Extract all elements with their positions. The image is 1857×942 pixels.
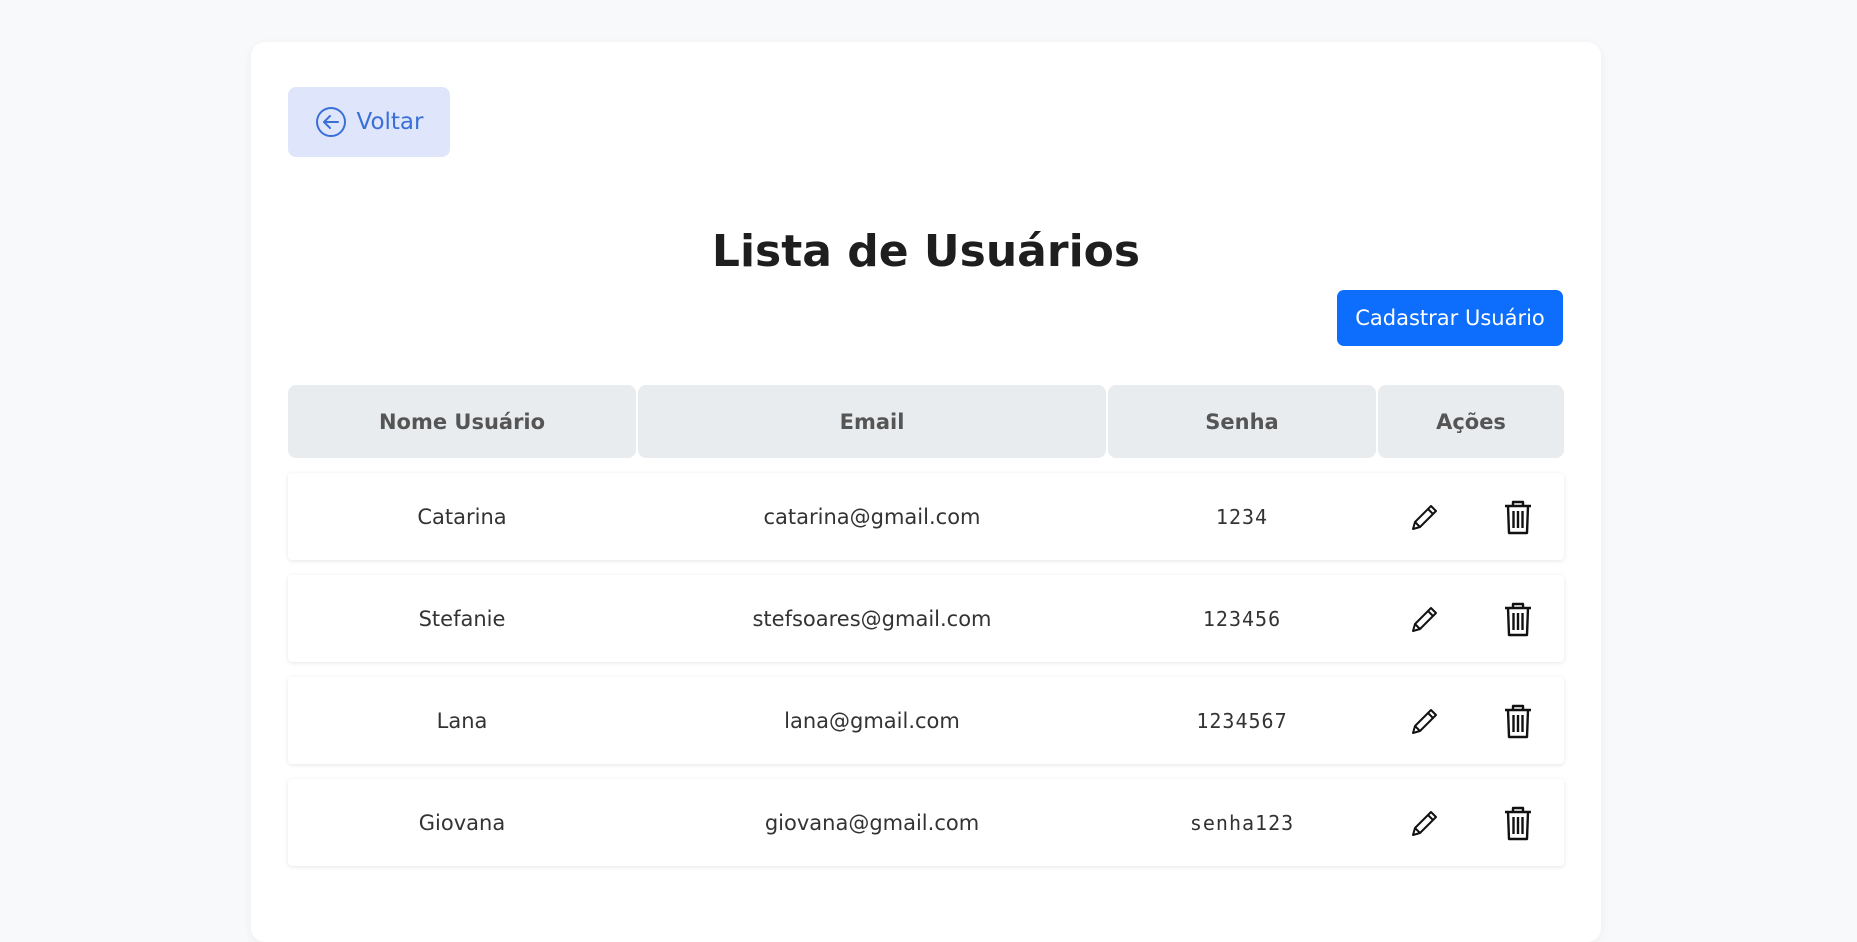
row-actions: [1378, 779, 1564, 866]
table-row: Stefanie stefsoares@gmail.com 123456: [288, 575, 1564, 662]
column-header-name: Nome Usuário: [288, 385, 636, 458]
arrow-left-circle-icon: [315, 106, 347, 138]
page-title: Lista de Usuários: [711, 226, 1141, 277]
edit-pencil-icon[interactable]: [1403, 699, 1447, 743]
user-password-cell: 1234: [1215, 504, 1269, 529]
user-name-cell: Giovana: [418, 810, 506, 835]
delete-trash-icon[interactable]: [1496, 597, 1540, 641]
row-actions: [1378, 473, 1564, 560]
user-password-cell: 123456: [1202, 606, 1282, 631]
delete-trash-icon[interactable]: [1496, 699, 1540, 743]
edit-pencil-icon[interactable]: [1403, 495, 1447, 539]
table-row: Catarina catarina@gmail.com 1234: [288, 473, 1564, 560]
table-row: Lana lana@gmail.com 1234567: [288, 677, 1564, 764]
user-email-cell: lana@gmail.com: [784, 708, 960, 733]
column-header-email: Email: [638, 385, 1106, 458]
delete-trash-icon[interactable]: [1496, 495, 1540, 539]
row-actions: [1378, 677, 1564, 764]
user-email-cell: catarina@gmail.com: [763, 504, 981, 529]
back-button[interactable]: Voltar: [288, 87, 450, 157]
row-actions: [1378, 575, 1564, 662]
user-name-cell: Lana: [436, 708, 488, 733]
users-table: Nome Usuário Email Senha Ações Catarina …: [288, 385, 1564, 866]
back-button-label: Voltar: [356, 109, 424, 135]
column-header-password: Senha: [1108, 385, 1376, 458]
user-list-card: Voltar Lista de Usuários Cadastrar Usuár…: [251, 42, 1601, 942]
column-header-actions: Ações: [1378, 385, 1564, 458]
user-name-cell: Catarina: [417, 504, 507, 529]
table-header: Nome Usuário Email Senha Ações: [288, 385, 1564, 458]
user-email-cell: stefsoares@gmail.com: [752, 606, 992, 631]
add-user-button[interactable]: Cadastrar Usuário: [1337, 290, 1563, 346]
edit-pencil-icon[interactable]: [1403, 597, 1447, 641]
edit-pencil-icon[interactable]: [1403, 801, 1447, 845]
user-password-cell: senha123: [1189, 810, 1295, 835]
user-name-cell: Stefanie: [418, 606, 506, 631]
user-email-cell: giovana@gmail.com: [764, 810, 980, 835]
user-password-cell: 1234567: [1196, 708, 1288, 733]
delete-trash-icon[interactable]: [1496, 801, 1540, 845]
table-row: Giovana giovana@gmail.com senha123: [288, 779, 1564, 866]
